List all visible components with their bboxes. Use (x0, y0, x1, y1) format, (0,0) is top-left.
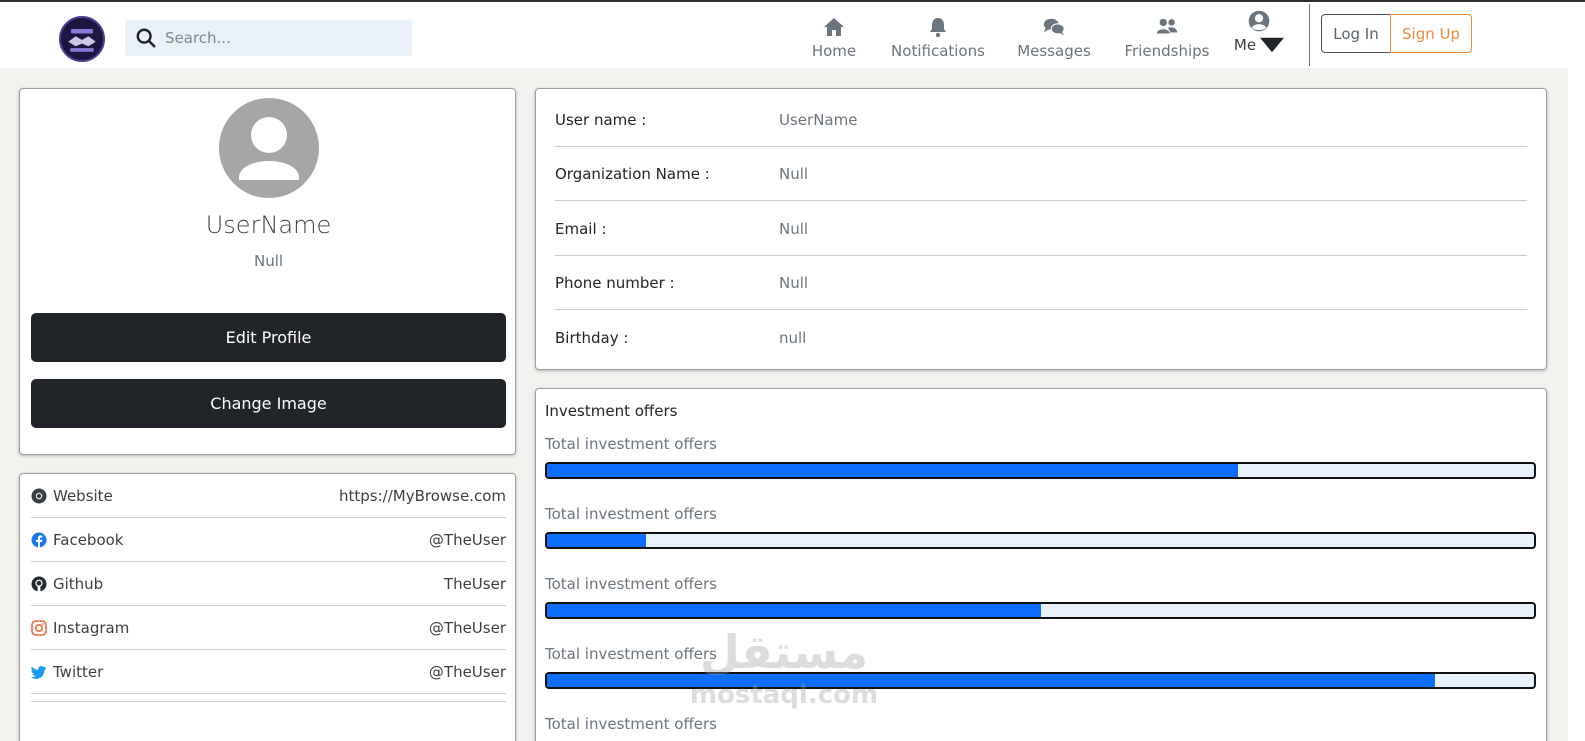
user-avatar-icon (1248, 10, 1270, 32)
social-value-twitter[interactable]: @TheUser (429, 663, 506, 681)
investment-card: Investment offers Total investment offer… (535, 388, 1547, 741)
profile-card: UserName Null Edit Profile Change Image (19, 88, 516, 455)
social-label-twitter: Twitter (53, 662, 104, 681)
investment-progress-bar (545, 532, 1536, 549)
info-label-organization: Organization Name : (555, 164, 710, 183)
investment-progress-bar (545, 672, 1536, 689)
social-label-facebook: Facebook (53, 530, 124, 549)
bell-icon (930, 18, 946, 38)
facebook-icon (31, 532, 47, 548)
social-row-twitter[interactable]: Twitter @TheUser (31, 650, 506, 694)
info-row-birthday: Birthday : null (555, 311, 1527, 365)
nav-me-dropdown[interactable]: Me (1233, 10, 1285, 56)
info-row-email: Email : Null (555, 202, 1527, 256)
info-row-phone: Phone number : Null (555, 256, 1527, 310)
page-scrollbar[interactable] (1568, 2, 1585, 741)
chrome-icon (31, 488, 47, 503)
profile-avatar (219, 98, 319, 198)
friends-icon (1156, 18, 1178, 34)
messages-icon (1043, 18, 1065, 36)
edit-profile-button[interactable]: Edit Profile (31, 313, 506, 362)
progress-fill (547, 534, 646, 547)
search-icon (136, 28, 156, 48)
info-label-birthday: Birthday : (555, 329, 629, 347)
login-button[interactable]: Log In (1321, 14, 1391, 53)
nav-me-label: Me (1233, 36, 1257, 54)
signup-button[interactable]: Sign Up (1390, 14, 1472, 53)
caret-down-icon (1260, 37, 1285, 53)
social-divider (31, 694, 506, 702)
progress-fill (547, 604, 1041, 617)
social-value-instagram[interactable]: @TheUser (429, 619, 506, 637)
search-bar[interactable] (125, 20, 412, 56)
info-value-birthday: null (779, 329, 807, 347)
info-row-username: User name : UserName (555, 93, 1527, 147)
info-value-phone: Null (779, 273, 809, 292)
nav-divider (1309, 4, 1310, 66)
investment-label: Total investment offers (545, 435, 717, 453)
nav-friendships[interactable]: Friendships (1121, 16, 1213, 62)
investment-label: Total investment offers (545, 715, 717, 733)
nav-notifications-label: Notifications (891, 42, 985, 60)
investment-title: Investment offers (545, 402, 678, 420)
nav-home-label: Home (811, 42, 857, 60)
info-label-phone: Phone number : (555, 273, 675, 292)
nav-notifications[interactable]: Notifications (888, 16, 988, 62)
nav-friendships-label: Friendships (1124, 42, 1210, 60)
instagram-icon (31, 619, 47, 636)
investment-label: Total investment offers (545, 575, 717, 593)
info-value-organization: Null (779, 164, 809, 183)
info-value-email: Null (779, 219, 809, 238)
nav-home[interactable]: Home (808, 16, 860, 62)
social-row-github[interactable]: Github TheUser (31, 562, 506, 606)
investment-label: Total investment offers (545, 505, 717, 523)
home-icon (824, 18, 844, 36)
info-label-email: Email : (555, 219, 607, 238)
progress-fill (547, 674, 1436, 687)
social-label-github: Github (53, 574, 104, 593)
info-value-username: UserName (779, 110, 858, 129)
profile-name: UserName (205, 211, 332, 239)
social-value-website[interactable]: https://MyBrowse.com (339, 487, 506, 505)
nav-messages[interactable]: Messages (1014, 16, 1094, 62)
user-info-card: User name : UserName Organization Name :… (535, 88, 1547, 370)
social-label-website: Website (53, 486, 113, 505)
social-row-website[interactable]: Website https://MyBrowse.com (31, 474, 506, 518)
social-label-instagram: Instagram (53, 618, 130, 637)
github-icon (31, 576, 47, 591)
investment-progress-bar (545, 462, 1536, 479)
top-navbar: Home Notifications Messages Friendships (0, 2, 1568, 68)
social-value-github[interactable]: TheUser (444, 575, 506, 593)
info-label-username: User name : (555, 110, 647, 129)
social-row-instagram[interactable]: Instagram @TheUser (31, 606, 506, 650)
site-logo[interactable] (59, 16, 105, 62)
social-value-facebook[interactable]: @TheUser (429, 531, 506, 549)
twitter-icon (31, 665, 46, 679)
progress-fill (547, 464, 1238, 477)
change-image-button[interactable]: Change Image (31, 379, 506, 428)
profile-subtitle: Null (253, 252, 284, 270)
social-links-card: Website https://MyBrowse.com Facebook @T… (19, 473, 516, 741)
investment-label: Total investment offers (545, 645, 717, 663)
info-row-organization: Organization Name : Null (555, 147, 1527, 201)
search-input[interactable] (165, 29, 395, 47)
investment-progress-bar (545, 602, 1536, 619)
social-row-facebook[interactable]: Facebook @TheUser (31, 518, 506, 562)
nav-messages-label: Messages (1017, 42, 1091, 60)
